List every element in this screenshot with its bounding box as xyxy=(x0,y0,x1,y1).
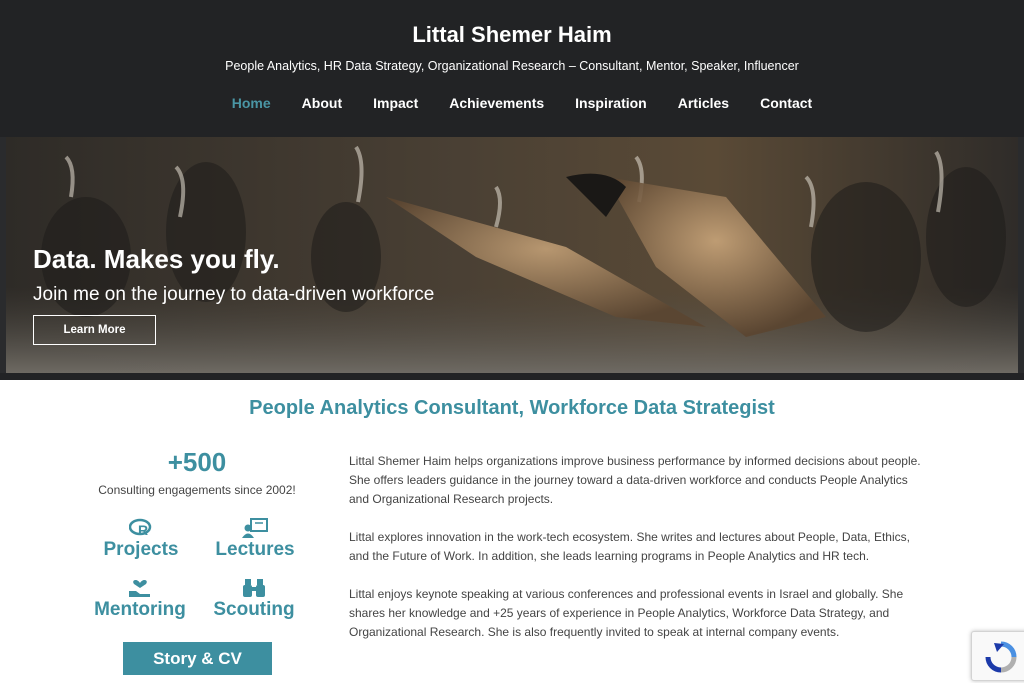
nav-item-about[interactable]: About xyxy=(302,95,342,111)
nav-item-articles[interactable]: Articles xyxy=(678,95,729,111)
site-tagline: People Analytics, HR Data Strategy, Orga… xyxy=(225,59,799,73)
main-nav: Home About Impact Achievements Inspirati… xyxy=(0,95,1024,111)
bio-paragraph: Littal Shemer Haim helps organizations i… xyxy=(349,454,921,506)
nav-item-inspiration[interactable]: Inspiration xyxy=(575,95,647,111)
bio-paragraph: Littal explores innovation in the work-t… xyxy=(349,530,910,563)
r-logo-icon: R xyxy=(129,518,152,538)
heart-hand-icon xyxy=(129,580,150,597)
recaptcha-icon xyxy=(985,641,1017,673)
nav-item-contact[interactable]: Contact xyxy=(760,95,812,111)
bio-paragraph: Littal enjoys keynote speaking at variou… xyxy=(349,587,904,639)
svg-text:R: R xyxy=(138,522,148,538)
service-mentoring[interactable]: Mentoring xyxy=(88,578,192,621)
stat-number: +500 xyxy=(167,447,227,477)
service-label: Projects xyxy=(103,539,179,560)
hero-subtitle: Join me on the journey to data-driven wo… xyxy=(33,284,435,305)
hero-bottom-border xyxy=(0,373,1024,380)
story-cv-button[interactable]: Story & CV xyxy=(123,642,272,675)
service-label: Lectures xyxy=(215,539,295,560)
hero-right-border xyxy=(1018,137,1024,373)
bio-text: Littal Shemer Haim helps organizations i… xyxy=(349,452,929,661)
service-scouting[interactable]: Scouting xyxy=(208,578,300,621)
service-label: Scouting xyxy=(213,599,295,620)
recaptcha-badge[interactable] xyxy=(971,631,1024,681)
site-header: Littal Shemer Haim People Analytics, HR … xyxy=(0,0,1024,137)
site-title[interactable]: Littal Shemer Haim xyxy=(0,22,1024,48)
hero-banner: Data. Makes you fly. Join me on the jour… xyxy=(6,137,1018,373)
hero-title: Data. Makes you fly. xyxy=(33,244,280,274)
service-lectures[interactable]: Lectures xyxy=(212,518,298,561)
service-label: Mentoring xyxy=(94,599,186,620)
nav-item-achievements[interactable]: Achievements xyxy=(449,95,544,111)
stat-caption: Consulting engagements since 2002! xyxy=(98,483,296,497)
nav-item-home[interactable]: Home xyxy=(232,95,271,111)
service-projects[interactable]: R Projects xyxy=(98,518,184,561)
presenter-icon xyxy=(242,518,268,538)
nav-item-impact[interactable]: Impact xyxy=(373,95,418,111)
binoculars-icon xyxy=(243,579,265,597)
learn-more-button[interactable]: Learn More xyxy=(33,315,156,345)
section-title: People Analytics Consultant, Workforce D… xyxy=(249,397,775,419)
